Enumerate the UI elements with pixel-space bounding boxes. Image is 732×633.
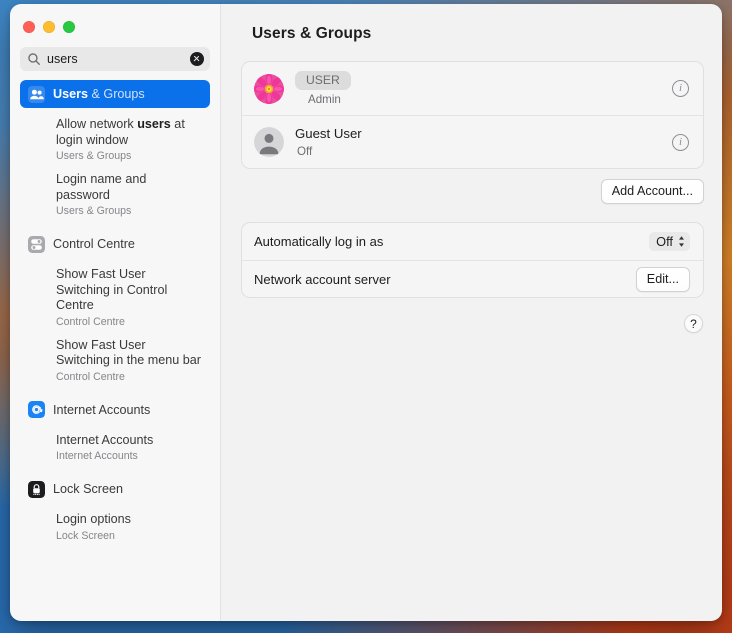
sidebar-item-label-rest: & Groups (88, 87, 145, 101)
sidebar-item-control-centre[interactable]: Control Centre (20, 230, 210, 258)
login-settings-card: Automatically log in as Off Network acco… (241, 222, 704, 298)
result-title-match: users (137, 117, 171, 131)
account-name: Guest User (295, 126, 362, 141)
sidebar-item-label: Control Centre (53, 237, 135, 251)
result-subtitle: Control Centre (56, 315, 125, 328)
auto-login-value: Off (656, 234, 673, 249)
window-traffic-lights (10, 4, 220, 33)
edit-network-account-server-button[interactable]: Edit... (635, 266, 690, 292)
sidebar-item-label-match: Users (53, 87, 89, 101)
search-results-list: Users & Groups Allow network users at lo… (10, 80, 220, 555)
result-title: Show Fast User Switching in the menu bar (56, 338, 202, 369)
list-item[interactable]: Show Fast User Switching in Control Cent… (20, 267, 210, 329)
account-status: Off (297, 145, 313, 158)
info-icon[interactable]: i (672, 133, 689, 151)
result-title: Login options (56, 512, 202, 528)
setting-row-auto-login: Automatically log in as Off (242, 223, 703, 260)
search-input[interactable]: users (47, 52, 190, 66)
account-texts: USER Admin (295, 70, 672, 107)
auto-login-popup-button[interactable]: Off (649, 232, 690, 251)
users-groups-icon (28, 85, 45, 103)
account-status: Admin (308, 92, 341, 106)
setting-label: Automatically log in as (254, 234, 384, 249)
table-row[interactable]: USER Admin i (242, 62, 703, 115)
clear-icon[interactable] (190, 52, 204, 66)
sidebar-item-label: Users & Groups (53, 87, 145, 101)
result-title-pre: Login name and password (56, 172, 147, 202)
main-content: Users & Groups USER Admin i Guest User O… (221, 4, 722, 621)
sidebar-item-label: Internet Accounts (53, 402, 151, 417)
account-texts: Guest User Off (295, 125, 672, 159)
chevron-up-down-icon (679, 236, 684, 247)
result-subtitle: Control Centre (56, 370, 125, 383)
close-button[interactable] (23, 21, 35, 33)
list-item[interactable]: Internet Accounts Internet Accounts (20, 433, 210, 464)
help-row: ? (241, 314, 704, 333)
result-title: Internet Accounts (56, 433, 202, 449)
search-field[interactable]: users (20, 47, 210, 71)
sidebar-item-lock-screen[interactable]: Lock Screen (20, 475, 210, 503)
sidebar-item-label: Lock Screen (53, 482, 124, 496)
sidebar-item-internet-accounts[interactable]: Internet Accounts (20, 396, 210, 424)
list-item[interactable]: Show Fast User Switching in the menu bar… (20, 338, 210, 384)
result-title: Allow network users at login window (56, 117, 202, 148)
sidebar-item-users-groups[interactable]: Users & Groups (20, 80, 210, 108)
list-item[interactable]: Login name and password Users & Groups (20, 172, 210, 218)
system-settings-window: users Users & Groups Allow network users… (10, 4, 722, 621)
result-title-pre: Internet Accounts (56, 432, 154, 447)
info-icon[interactable]: i (672, 80, 689, 97)
search-icon (28, 53, 40, 65)
help-button[interactable]: ? (684, 314, 703, 333)
lock-screen-icon (28, 480, 45, 498)
guest-person-avatar (254, 127, 284, 157)
add-account-row: Add Account... (241, 179, 704, 204)
setting-row-network-account-server: Network account server Edit... (242, 260, 703, 297)
result-subtitle: Lock Screen (56, 529, 115, 542)
result-subtitle: Users & Groups (56, 150, 132, 162)
internet-accounts-icon (28, 401, 45, 418)
result-title-pre: Show Fast User Switching in the menu bar (56, 337, 201, 368)
result-title: Login name and password (56, 172, 202, 203)
accounts-card: USER Admin i Guest User Off i (241, 61, 704, 169)
control-centre-icon (28, 235, 45, 253)
page-title: Users & Groups (252, 25, 372, 42)
account-name: USER (295, 70, 351, 90)
result-title-pre: Allow network (56, 117, 138, 131)
divider (20, 463, 210, 475)
sidebar: users Users & Groups Allow network users… (10, 4, 221, 621)
minimize-button[interactable] (43, 21, 55, 33)
table-row[interactable]: Guest User Off i (242, 115, 703, 168)
list-item[interactable]: Allow network users at login window User… (20, 117, 210, 163)
add-account-button[interactable]: Add Account... (600, 179, 704, 204)
divider (20, 218, 210, 230)
setting-label: Network account server (254, 271, 391, 287)
maximize-button[interactable] (63, 21, 75, 33)
result-subtitle: Internet Accounts (56, 450, 138, 462)
flower-avatar (254, 73, 284, 104)
divider (20, 384, 210, 396)
result-subtitle: Users & Groups (56, 205, 132, 217)
list-item[interactable]: Login options Lock Screen (20, 512, 210, 543)
result-title: Show Fast User Switching in Control Cent… (56, 267, 202, 314)
result-title-pre: Login options (56, 512, 131, 526)
result-title-pre: Show Fast User Switching in Control Cent… (56, 267, 168, 312)
